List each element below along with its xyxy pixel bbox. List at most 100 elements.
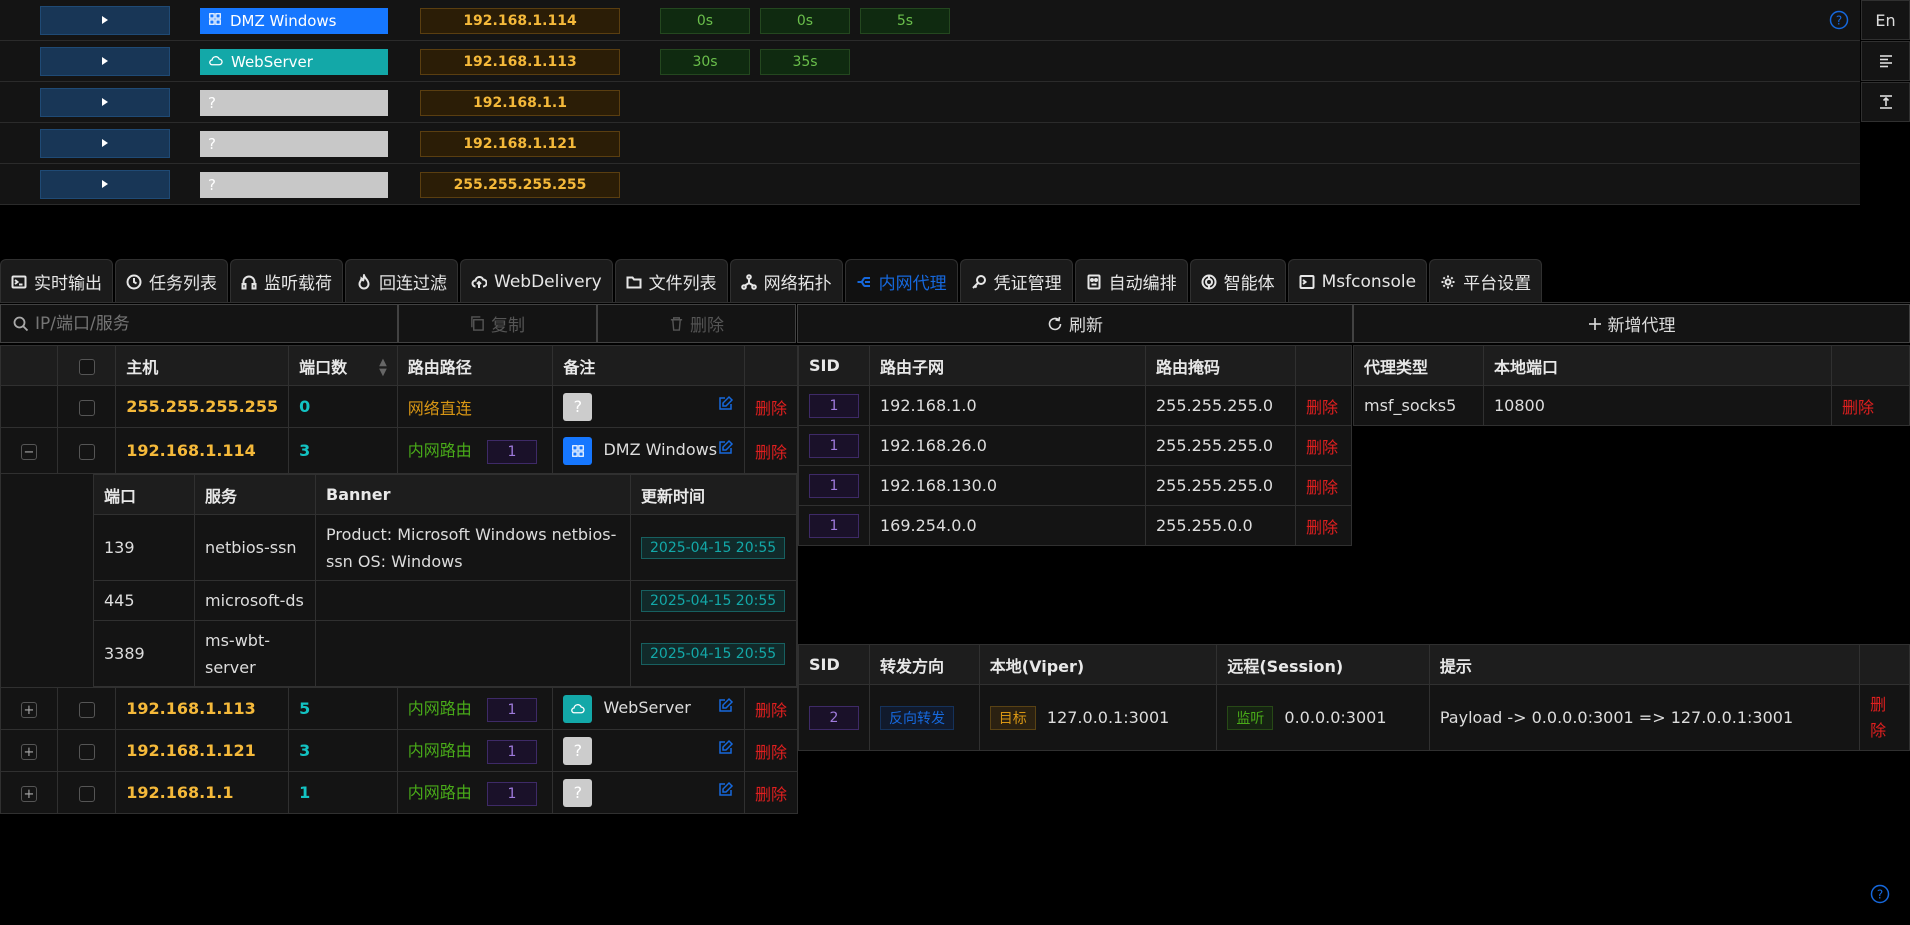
subnet-row: 1 169.254.0.0 255.255.0.0 删除	[798, 505, 1352, 546]
expand-icon[interactable]: +	[21, 786, 37, 803]
banner-cell: Product: Microsoft Windows netbios-ssn O…	[315, 514, 631, 581]
host-ip-cell: 192.168.1.113	[115, 687, 290, 730]
delete-selected-button[interactable]: 删除	[597, 304, 796, 343]
gear-icon	[1440, 274, 1456, 290]
tab-6[interactable]: 网络拓扑	[729, 259, 843, 303]
tab-9[interactable]: 自动编排	[1074, 259, 1188, 303]
tab-3[interactable]: 回连过滤	[345, 259, 458, 303]
mask-cell: 255.255.0.0	[1145, 505, 1296, 546]
delete-button[interactable]: 删除	[1306, 518, 1338, 537]
tab-label: 内网代理	[878, 274, 947, 294]
tab-4[interactable]: WebDelivery	[460, 259, 613, 303]
row-checkbox[interactable]	[78, 701, 95, 718]
terminal-icon	[11, 274, 27, 290]
host-ip-cell: 192.168.1.114	[115, 427, 290, 474]
heartbeat-chip: 0s	[660, 8, 750, 34]
search-box[interactable]	[0, 304, 398, 343]
tab-11[interactable]: Msfconsole	[1287, 259, 1428, 303]
path-label: 内网路由	[407, 741, 472, 760]
edit-icon[interactable]	[718, 395, 734, 415]
host-tag[interactable]: DMZ Windows	[200, 8, 388, 34]
collapse-icon[interactable]: −	[21, 444, 37, 461]
host-tag[interactable]: WebServer	[200, 49, 388, 75]
tab-10[interactable]: 智能体	[1189, 259, 1286, 303]
add-proxy-button[interactable]: 新增代理	[1353, 304, 1910, 343]
col-ports[interactable]: 端口数 ▲ ▼	[288, 345, 398, 386]
edit-icon[interactable]	[718, 439, 734, 459]
delete-button[interactable]: 删除	[1306, 438, 1338, 457]
col-direction: 转发方向	[869, 644, 980, 685]
session-id: 1	[486, 440, 537, 464]
delete-button[interactable]: 删除	[755, 443, 787, 462]
remote-cell: 监听 0.0.0.0:3001	[1216, 684, 1430, 751]
host-session-button[interactable]	[40, 88, 170, 117]
vertical-expand-button[interactable]	[1861, 82, 1910, 122]
host-tag[interactable]: ?	[200, 131, 388, 157]
edit-icon[interactable]	[718, 697, 734, 717]
host-tag[interactable]: ?	[200, 90, 388, 116]
port-count-cell: 3	[288, 427, 398, 474]
host-list: DMZ Windows 192.168.1.114 0s 0s 5s WebServe…	[0, 0, 1860, 205]
copy-button[interactable]: 复制	[398, 304, 597, 343]
expand-icon[interactable]: +	[21, 744, 37, 761]
tab-label: 智能体	[1223, 274, 1275, 294]
host-session-button[interactable]	[40, 129, 170, 158]
port-count-cell: 0	[288, 385, 398, 428]
delete-button[interactable]: 删除	[1306, 398, 1338, 417]
host-ip: 192.168.1.114	[420, 8, 620, 34]
select-all-checkbox[interactable]	[78, 358, 95, 375]
play-icon	[100, 55, 110, 69]
row-checkbox[interactable]	[78, 743, 95, 760]
heartbeat-chip: 0s	[760, 8, 850, 34]
edit-icon[interactable]	[718, 739, 734, 759]
session-id: 1	[486, 740, 537, 764]
delete-button[interactable]: 删除	[755, 743, 787, 762]
row-checkbox[interactable]	[78, 443, 95, 460]
tab-1[interactable]: 任务列表	[115, 259, 228, 303]
refresh-button[interactable]: 刷新	[797, 304, 1353, 343]
windows-icon	[563, 436, 593, 465]
play-icon	[100, 96, 110, 110]
expand-icon[interactable]: +	[21, 702, 37, 719]
route-table: 主机 端口数 ▲ ▼ 路由路径 备注 255.255.255.255 0 网络直连 …	[0, 345, 799, 814]
col-ports-label: 端口数	[299, 357, 348, 377]
col-local: 本地(Viper)	[978, 644, 1218, 685]
tab-7[interactable]: 内网代理	[844, 259, 958, 303]
expand-cell: +	[0, 687, 59, 730]
select-cell	[57, 771, 117, 814]
align-left-button[interactable]	[1861, 41, 1910, 81]
key-icon	[971, 274, 987, 290]
row-checkbox[interactable]	[78, 399, 95, 416]
col-mask: 路由掩码	[1145, 345, 1296, 386]
search-input[interactable]	[35, 313, 375, 334]
session-id: 1	[809, 433, 859, 458]
row-checkbox[interactable]	[78, 785, 95, 802]
host-ip-cell: 192.168.1.121	[115, 729, 290, 772]
delete-button[interactable]: 删除	[755, 399, 787, 418]
time-cell: 2025-04-15 20:55	[630, 580, 797, 621]
host-session-button[interactable]	[40, 47, 170, 76]
edit-icon[interactable]	[718, 781, 734, 801]
language-button[interactable]: En	[1861, 0, 1910, 40]
host-session-button[interactable]	[40, 170, 170, 199]
tab-0[interactable]: 实时输出	[0, 259, 113, 303]
delete-button[interactable]: 删除	[1842, 398, 1874, 417]
tab-2[interactable]: 监听载荷	[230, 259, 343, 303]
col-service: 服务	[194, 474, 316, 515]
host-tag[interactable]: ?	[200, 172, 388, 198]
tab-12[interactable]: 平台设置	[1429, 259, 1543, 303]
delete-button[interactable]: 删除	[1870, 695, 1886, 740]
delete-button[interactable]: 删除	[1306, 478, 1338, 497]
tab-8[interactable]: 凭证管理	[959, 259, 1073, 303]
host-session-button[interactable]	[40, 6, 170, 35]
delete-button[interactable]: 删除	[755, 701, 787, 720]
sort-icon: ▲ ▼	[379, 356, 387, 378]
delete-button[interactable]: 删除	[755, 785, 787, 804]
help-icon-bottom[interactable]: ?	[1870, 884, 1890, 908]
expand-cell: −	[0, 427, 59, 474]
delete-cell: 删除	[1831, 385, 1910, 426]
port-row: 139 netbios-ssn Product: Microsoft Windo…	[93, 514, 797, 581]
delete-cell: 删除	[743, 427, 799, 474]
tab-5[interactable]: 文件列表	[614, 259, 728, 303]
help-icon[interactable]: ?	[1829, 10, 1849, 34]
